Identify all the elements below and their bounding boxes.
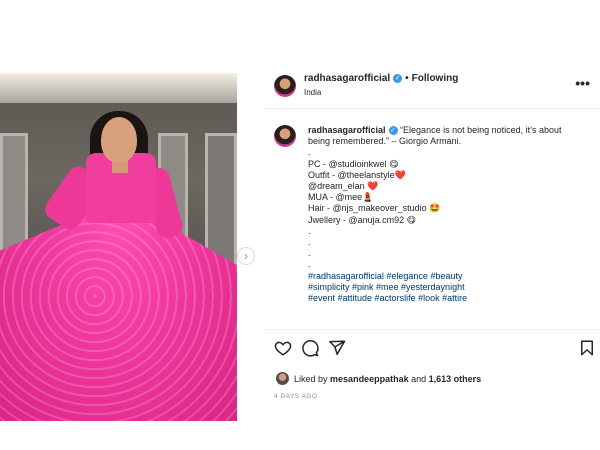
caption-line: .	[308, 248, 311, 259]
caption-line: “Elegance is not being noticed, it’s abo…	[400, 125, 562, 135]
header-username[interactable]: radhasagarofficial	[304, 73, 390, 84]
bookmark-icon[interactable]	[578, 339, 596, 357]
more-options-icon[interactable]: •••	[575, 75, 590, 91]
likes-count[interactable]: 1,613 others	[429, 374, 482, 384]
caption-line: .	[308, 237, 311, 248]
photo-face	[101, 117, 137, 163]
verified-badge-icon: ✓	[388, 126, 398, 136]
header-user-row: radhasagarofficial ✓ • Following	[304, 73, 458, 84]
likes-prefix: Liked by	[294, 373, 328, 384]
post-header: radhasagarofficial ✓ • Following India •••	[264, 73, 600, 109]
caption-line[interactable]: @dream_elan ❤️	[308, 181, 593, 192]
comment-icon[interactable]	[301, 339, 319, 357]
caption-line: .	[308, 147, 311, 158]
caption-line[interactable]: Hair - @njs_makeover_studio 🤩	[308, 203, 593, 214]
caption-line[interactable]: MUA - @mee💄	[308, 192, 593, 203]
caption-line: .	[308, 225, 311, 236]
avatar[interactable]	[274, 125, 296, 147]
caption-line[interactable]: Jwellery - @anuja.cm92 😋	[308, 215, 593, 226]
caption-text: radhasagarofficial ✓ “Elegance is not bei…	[308, 125, 593, 304]
caption-line: being remembered.” – Giorgio Armani.	[308, 136, 462, 147]
hashtag-line[interactable]: #event #attitude #actorslife #look #atti…	[308, 293, 593, 304]
next-photo-button[interactable]: ›	[237, 247, 255, 265]
chevron-right-icon: ›	[244, 249, 248, 263]
post-photo[interactable]	[0, 73, 237, 421]
post-side-panel: radhasagarofficial ✓ • Following India ••• …	[264, 73, 600, 421]
avatar[interactable]	[274, 75, 296, 97]
instagram-post: › radhasagarofficial ✓ • Following India ••…	[0, 73, 600, 421]
likes-middle: and	[411, 373, 427, 384]
liker-avatar[interactable]	[276, 372, 289, 385]
likes-summary: Liked by mesandeeppathak and 1,613 other…	[276, 372, 481, 385]
caption-line: .	[308, 259, 311, 270]
following-button[interactable]: Following	[412, 73, 459, 84]
photo-gown-lace	[0, 213, 237, 421]
verified-badge-icon: ✓	[393, 73, 403, 83]
photo-ceiling-light	[0, 73, 237, 103]
caption-username[interactable]: radhasagarofficial	[308, 125, 386, 135]
liker-username[interactable]: mesandeeppathak	[330, 374, 409, 384]
separator-dot: •	[405, 73, 409, 84]
share-icon[interactable]	[328, 339, 346, 357]
action-bar	[264, 339, 600, 361]
heart-icon[interactable]	[274, 339, 292, 357]
post-timestamp[interactable]: 4 DAYS AGO	[274, 393, 318, 400]
hashtag-line[interactable]: #simplicity #pink #mee #yesterdaynight	[308, 282, 593, 293]
hashtag-line[interactable]: #radhasagarofficial #elegance #beauty	[308, 271, 593, 282]
caption-section: radhasagarofficial ✓ “Elegance is not bei…	[264, 115, 600, 330]
caption-line-first: radhasagarofficial ✓ “Elegance is not bei…	[308, 125, 593, 136]
caption-line[interactable]: Outfit - @theelanstyle❤️	[308, 170, 593, 181]
location-link[interactable]: India	[304, 88, 321, 97]
caption-line[interactable]: PC - @studioinkwel 😋	[308, 159, 593, 170]
